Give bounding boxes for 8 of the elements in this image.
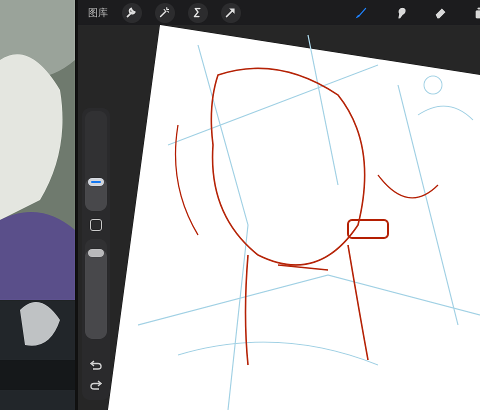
magic-wand-icon[interactable]	[155, 2, 175, 22]
redo-icon[interactable]	[90, 379, 102, 391]
gallery-link[interactable]: 图库	[88, 6, 108, 20]
slider-thumb[interactable]	[88, 178, 104, 186]
modify-button[interactable]	[90, 219, 102, 231]
slider-thumb[interactable]	[88, 249, 104, 257]
brush-size-slider[interactable]	[85, 111, 107, 211]
undo-icon[interactable]	[90, 359, 102, 371]
